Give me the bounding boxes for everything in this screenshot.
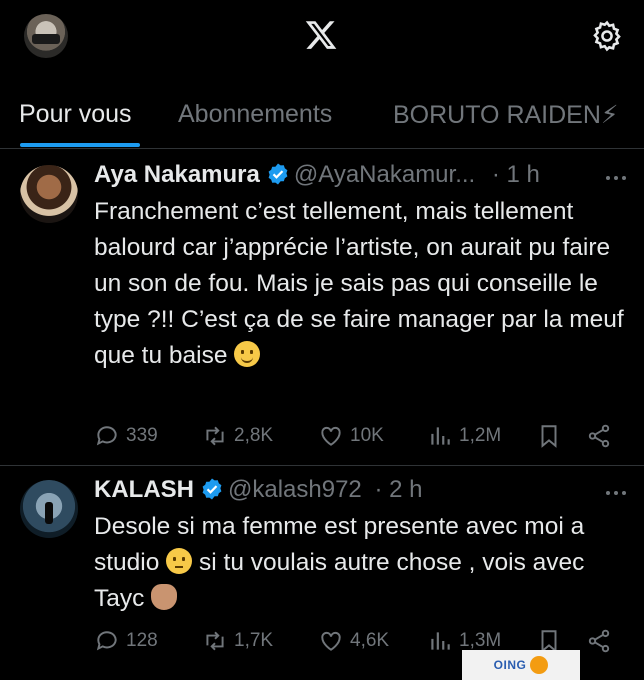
reply-count: 128 — [126, 630, 158, 651]
slightly-smiling-face-icon — [234, 341, 261, 367]
pensive-face-icon — [166, 548, 193, 574]
author-name[interactable]: Aya Nakamura — [94, 161, 260, 188]
tweet-card[interactable]: Aya Nakamura @AyaNakamur... · 1 h Franche… — [0, 149, 644, 465]
tweet-time: · 2 h — [374, 476, 423, 503]
tweet-header: Aya Nakamura @AyaNakamur... · 1 h — [94, 161, 540, 189]
bookmark-button[interactable] — [536, 423, 562, 449]
share-button[interactable] — [586, 423, 612, 449]
tweet-text: Desole si ma femme est presente avec moi… — [94, 509, 629, 617]
tab-boruto-raiden[interactable]: BORUTO RAIDEN⚡ — [393, 100, 618, 130]
tweet-header: KALASH @kalash972 · 2 h — [94, 476, 422, 504]
like-button[interactable]: 4,6K — [318, 628, 389, 654]
timeline-tabs: Pour vous Abonnements BORUTO RAIDEN⚡ — [0, 80, 644, 149]
analytics-icon — [431, 427, 450, 445]
top-bar — [0, 0, 644, 80]
tweet-actions: 339 2,8K 10K 1,2M — [94, 423, 624, 453]
repost-button[interactable]: 2,8K — [202, 423, 273, 449]
watermark: OING — [462, 650, 580, 680]
views-count: 1,3M — [459, 630, 502, 651]
repost-icon — [206, 426, 224, 446]
bookmark-icon — [541, 425, 557, 448]
author-name[interactable]: KALASH — [94, 476, 194, 503]
reply-icon — [96, 426, 117, 446]
waving-hand-icon — [151, 584, 178, 610]
x-logo-icon[interactable] — [304, 18, 338, 52]
reply-count: 339 — [126, 425, 158, 446]
reply-button[interactable]: 339 — [94, 423, 158, 449]
avatar[interactable] — [20, 480, 78, 538]
heart-icon — [321, 426, 341, 446]
heart-icon — [321, 631, 341, 651]
share-icon — [588, 424, 610, 448]
views-count: 1,2M — [459, 425, 502, 446]
tab-pour-vous[interactable]: Pour vous — [19, 100, 132, 129]
reply-icon — [96, 631, 117, 651]
tweet-card[interactable]: KALASH @kalash972 · 2 h Desole si ma femm… — [0, 466, 644, 680]
repost-button[interactable]: 1,7K — [202, 628, 273, 654]
author-handle[interactable]: @kalash972 — [228, 476, 362, 503]
repost-icon — [206, 631, 224, 651]
like-button[interactable]: 10K — [318, 423, 384, 449]
like-count: 10K — [350, 425, 384, 446]
active-tab-indicator — [20, 143, 140, 147]
avatar[interactable] — [20, 165, 78, 223]
tab-abonnements[interactable]: Abonnements — [178, 100, 332, 129]
verified-badge-icon — [268, 163, 288, 185]
repost-count: 1,7K — [234, 630, 274, 651]
like-count: 4,6K — [350, 630, 390, 651]
verified-badge-icon — [202, 478, 222, 500]
repost-count: 2,8K — [234, 425, 274, 446]
profile-avatar[interactable] — [24, 14, 68, 58]
watermark-text: OING — [493, 658, 527, 672]
more-options-icon[interactable] — [606, 491, 626, 499]
reply-button[interactable]: 128 — [94, 628, 158, 654]
share-icon — [588, 629, 610, 653]
author-handle[interactable]: @AyaNakamur... — [294, 161, 475, 188]
tweet-time: · 1 h — [491, 161, 540, 188]
analytics-icon — [431, 632, 450, 650]
views-button[interactable]: 1,2M — [427, 423, 501, 449]
watermark-logo-icon — [530, 656, 549, 674]
more-options-icon[interactable] — [606, 176, 626, 184]
share-button[interactable] — [586, 628, 612, 654]
tweet-text: Franchement c’est tellement, mais tellem… — [94, 194, 629, 374]
gear-icon[interactable] — [590, 19, 624, 53]
tweet-text-content: Franchement c’est tellement, mais tellem… — [94, 198, 624, 369]
